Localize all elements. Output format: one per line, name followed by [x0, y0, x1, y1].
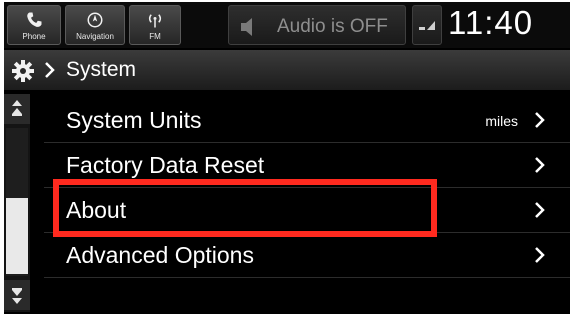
scroll-down-button[interactable]: [4, 280, 30, 310]
menu-item-label: Factory Data Reset: [66, 152, 265, 178]
settings-gear-icon[interactable]: [10, 59, 36, 83]
menu-item-system-units[interactable]: System Units miles: [44, 98, 570, 143]
chevron-right-icon: [535, 247, 545, 263]
speaker-muted-icon: [241, 18, 252, 36]
menu-item-label: Advanced Options: [66, 242, 254, 268]
menu-item-advanced-options[interactable]: Advanced Options: [44, 233, 570, 278]
chevron-right-icon: [535, 112, 545, 128]
menu-item-label: System Units: [66, 107, 202, 133]
phone-button[interactable]: Phone: [7, 5, 61, 45]
list-scrollbar[interactable]: [4, 94, 30, 312]
navigation-label: Navigation: [76, 32, 114, 41]
scroll-up-icon: [12, 100, 22, 116]
chevron-right-icon: [535, 202, 545, 218]
about-highlight-box: [53, 179, 437, 237]
compass-icon: [87, 12, 103, 28]
top-bar: Phone Navigation FM Audio is OFF 11:40: [4, 2, 570, 48]
fm-button[interactable]: FM: [129, 5, 181, 45]
clock: 11:40: [448, 4, 534, 41]
connection-status-button[interactable]: [412, 5, 442, 45]
scroll-down-icon: [12, 288, 22, 304]
signal-icon: [419, 21, 435, 30]
audio-status-text: Audio is OFF: [277, 16, 388, 37]
chevron-right-icon: [535, 157, 545, 173]
scroll-thumb[interactable]: [6, 198, 28, 274]
phone-icon: [27, 12, 42, 27]
radio-antenna-icon: [148, 14, 162, 28]
navigation-button[interactable]: Navigation: [65, 5, 125, 45]
head-unit-screen: Phone Navigation FM Audio is OFF 11:40 S…: [4, 2, 570, 314]
scroll-up-button[interactable]: [4, 94, 30, 124]
fm-label: FM: [149, 32, 161, 41]
audio-status-button[interactable]: Audio is OFF: [228, 5, 406, 45]
page-title: System: [66, 58, 137, 81]
phone-label: Phone: [22, 32, 46, 41]
menu-item-value: miles: [485, 113, 518, 129]
title-bar: System: [4, 50, 570, 90]
breadcrumb-chevron-icon: [45, 62, 55, 78]
